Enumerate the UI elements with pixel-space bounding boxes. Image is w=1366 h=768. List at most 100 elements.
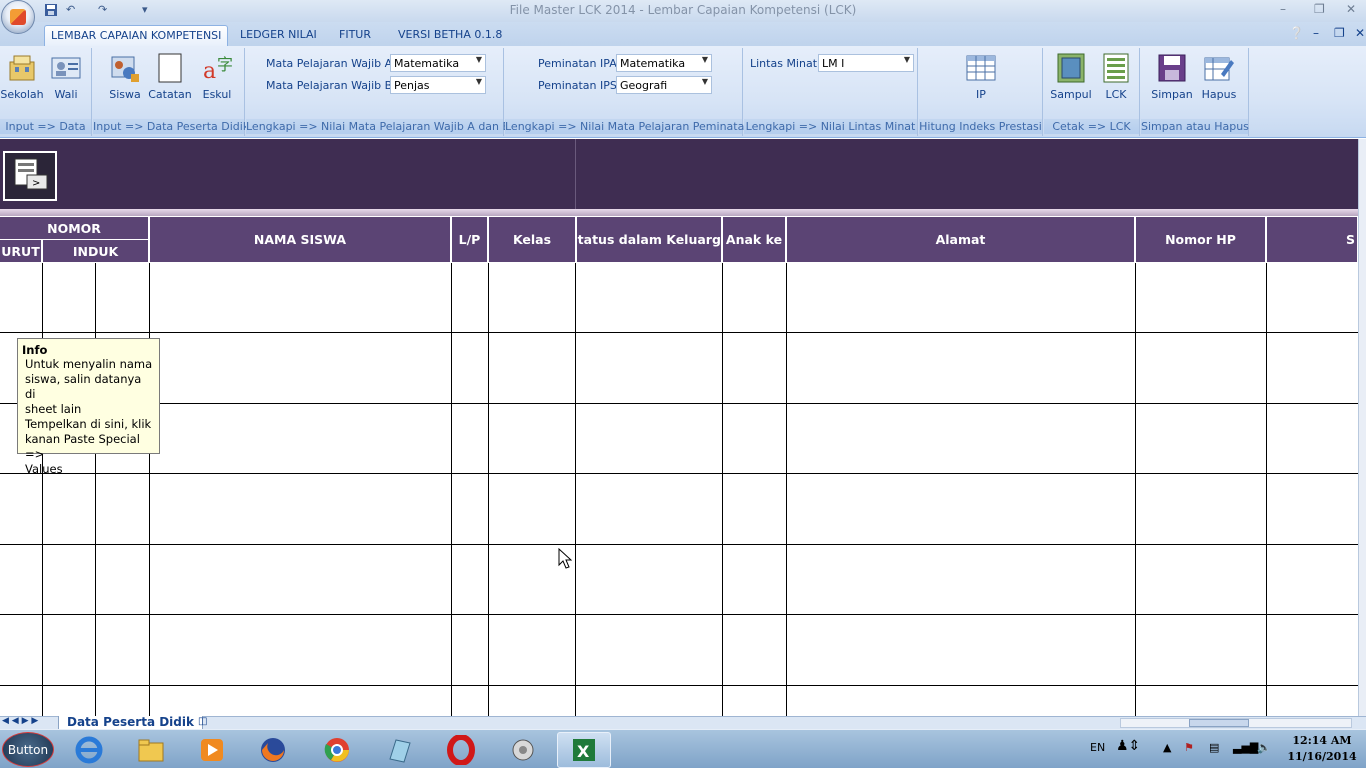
header-lp: L/P xyxy=(452,217,488,262)
system-tool-icon[interactable] xyxy=(496,732,550,768)
help-icon[interactable]: ❔ xyxy=(1289,26,1304,40)
ribbon-tabs: LEMBAR CAPAIAN KOMPETENSI LEDGER NILAI F… xyxy=(0,22,1366,46)
paste-data-button[interactable]: > xyxy=(3,151,57,201)
tab-ledger-nilai[interactable]: LEDGER NILAI xyxy=(234,25,323,46)
horizontal-scroll-thumb[interactable] xyxy=(1189,719,1249,727)
customize-qat-icon[interactable]: ▾ xyxy=(142,3,148,19)
banner-stripe xyxy=(0,209,1358,216)
chrome-icon[interactable] xyxy=(310,732,364,768)
worksheet[interactable]: > NOMOR URUT INDUK NAMA SISWA L/P Kelas … xyxy=(0,139,1358,716)
notepad-icon[interactable] xyxy=(372,732,426,768)
ipa-select[interactable]: Matematika ▼ xyxy=(616,54,712,72)
ipa-value: Matematika xyxy=(620,57,686,70)
eskul-button[interactable]: a字 Eskul xyxy=(195,52,239,101)
start-button[interactable]: Button xyxy=(2,732,54,767)
header-urut: URUT xyxy=(0,240,42,262)
group-peminatan: Peminatan IPA Matematika ▼ Peminatan IPS … xyxy=(505,48,752,136)
catatan-label: Catatan xyxy=(148,88,192,101)
title-bar: File Master LCK 2014 - Lembar Capaian Ko… xyxy=(0,0,1366,22)
lck-button[interactable]: LCK xyxy=(1096,52,1136,101)
ribbon-minimize-icon[interactable]: – xyxy=(1313,26,1319,40)
office-button[interactable] xyxy=(1,0,35,34)
ie-icon[interactable] xyxy=(62,732,116,768)
ips-value: Geografi xyxy=(620,79,668,92)
hapus-button[interactable]: Hapus xyxy=(1197,52,1241,101)
undo-icon[interactable]: ↶ xyxy=(66,3,75,19)
wajib-b-value: Penjas xyxy=(394,79,430,92)
tab-versi[interactable]: VERSI BETHA 0.1.8 xyxy=(392,25,508,46)
wajib-b-select[interactable]: Penjas ▼ xyxy=(390,76,486,94)
header-nama-siswa: NAMA SISWA xyxy=(150,217,451,262)
group-label-cetak: Cetak => LCK xyxy=(1044,119,1139,134)
tooltip-body: Untuk menyalin nama siswa, salin datanya… xyxy=(25,357,153,476)
clock[interactable]: 12:14 AM 11/16/2014 xyxy=(1282,733,1362,765)
flag-alert-icon[interactable]: ⚑ xyxy=(1184,741,1194,754)
header-s: S xyxy=(1267,217,1358,262)
ips-select[interactable]: Geografi ▼ xyxy=(616,76,712,94)
students-icon xyxy=(109,52,141,84)
spreadsheet-icon xyxy=(1100,52,1132,84)
signal-icon[interactable]: ▃▅▇ xyxy=(1233,741,1258,754)
sheet-banner xyxy=(0,139,1358,209)
header-anak-ke: Anak ke xyxy=(723,217,786,262)
svg-text:字: 字 xyxy=(217,55,233,74)
clock-date: 11/16/2014 xyxy=(1287,750,1357,763)
insert-sheet-icon[interactable]: ◫ xyxy=(198,716,207,727)
sheet-tab-data-peserta[interactable]: Data Peserta Didik xyxy=(58,716,203,730)
tab-lembar-capaian[interactable]: LEMBAR CAPAIAN KOMPETENSI xyxy=(44,25,229,46)
save-icon[interactable] xyxy=(44,3,58,19)
svg-text:a: a xyxy=(203,59,216,84)
wajib-a-select[interactable]: Matematika ▼ xyxy=(390,54,486,72)
network-user-icon[interactable]: ♟⇕ xyxy=(1116,738,1140,754)
banner-divider xyxy=(575,139,576,216)
media-player-icon[interactable] xyxy=(185,732,239,768)
sheet-nav-icon[interactable]: ◀ ◀ ▶ ▶ xyxy=(2,716,38,726)
header-kelas: Kelas xyxy=(489,217,576,262)
group-input-peserta: Siswa Catatan a字 Eskul Input => Data Pes… xyxy=(93,48,249,136)
excel-icon[interactable]: X xyxy=(557,732,611,768)
siswa-label: Siswa xyxy=(109,88,141,101)
device-icon[interactable]: ▤ xyxy=(1209,741,1219,754)
spelling-icon: a字 xyxy=(201,52,233,84)
header-alamat: Alamat xyxy=(787,217,1135,262)
show-hidden-icons[interactable]: ▲ xyxy=(1163,741,1171,754)
eskul-label: Eskul xyxy=(202,88,232,101)
paste-sheet-icon: > xyxy=(14,158,48,190)
workbook-close-icon[interactable]: ✕ xyxy=(1355,26,1365,40)
wajib-a-label: Mata Pelajaran Wajib A xyxy=(266,57,393,70)
chevron-down-icon: ▼ xyxy=(701,55,708,64)
contact-card-icon xyxy=(50,52,82,84)
tab-fitur[interactable]: FITUR xyxy=(333,25,377,46)
language-indicator[interactable]: EN xyxy=(1090,741,1105,754)
blank-page-icon xyxy=(154,52,186,84)
clock-time: 12:14 AM xyxy=(1292,734,1352,747)
explorer-icon[interactable] xyxy=(124,732,178,768)
sekolah-button[interactable]: Sekolah xyxy=(0,52,44,101)
lintas-select[interactable]: LM I ▼ xyxy=(818,54,914,72)
wali-button[interactable]: Wali xyxy=(46,52,86,101)
group-label-wajib: Lengkapi => Nilai Mata Pelajaran Wajib A… xyxy=(246,119,511,134)
wajib-a-value: Matematika xyxy=(394,57,460,70)
siswa-button[interactable]: Siswa xyxy=(105,52,145,101)
simpan-button[interactable]: Simpan xyxy=(1149,52,1195,101)
window-title: File Master LCK 2014 - Lembar Capaian Ko… xyxy=(509,3,857,17)
close-icon[interactable]: ✕ xyxy=(1346,2,1356,16)
volume-icon[interactable]: 🔈 xyxy=(1257,741,1271,754)
minimize-icon[interactable]: – xyxy=(1280,2,1286,16)
ip-button[interactable]: IP xyxy=(961,52,1001,101)
group-lintas: Lintas Minat LM I ▼ Lengkapi => Nilai Lin… xyxy=(744,48,918,136)
workbook-restore-icon[interactable]: ❐ xyxy=(1334,26,1345,40)
redo-icon[interactable]: ↷ xyxy=(98,3,107,19)
firefox-icon[interactable] xyxy=(246,732,300,768)
vertical-scrollbar[interactable] xyxy=(1358,139,1366,716)
lck-label: LCK xyxy=(1105,88,1127,101)
table-grid-icon xyxy=(965,52,997,84)
opera-icon[interactable] xyxy=(434,732,488,768)
svg-text:X: X xyxy=(577,742,590,761)
svg-text:>: > xyxy=(32,178,40,189)
horizontal-scrollbar[interactable] xyxy=(1120,718,1352,728)
catatan-button[interactable]: Catatan xyxy=(147,52,193,101)
restore-icon[interactable]: ❐ xyxy=(1314,2,1325,16)
sampul-button[interactable]: Sampul xyxy=(1048,52,1094,101)
group-label-peminatan: Lengkapi => Nilai Mata Pelajaran Peminat… xyxy=(505,119,752,134)
